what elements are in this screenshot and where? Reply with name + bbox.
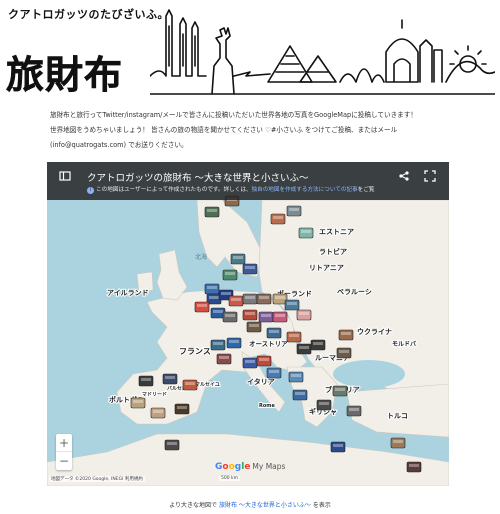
zoom-in-button[interactable]: +: [56, 434, 72, 452]
fullscreen-icon[interactable]: [424, 170, 436, 182]
wallet-pin-highlight: [229, 340, 239, 343]
wallet-pin-highlight: [259, 296, 269, 299]
wallet-pin-highlight: [335, 388, 345, 391]
map-scale: 500 km: [219, 476, 241, 481]
wallet-pin-highlight: [245, 360, 255, 363]
wallet-pin-highlight: [319, 402, 329, 405]
wallet-pin-highlight: [259, 358, 269, 361]
wallet-pin-highlight: [153, 410, 163, 413]
site-title: 旅財布: [6, 53, 124, 98]
wallet-pin-highlight: [291, 374, 301, 377]
wallet-pin-highlight: [299, 312, 309, 315]
wallet-pin-highlight: [339, 350, 349, 353]
wallet-pin-highlight: [393, 440, 403, 443]
wallet-pin-highlight: [313, 342, 323, 345]
wallet-pin-highlight: [231, 298, 241, 301]
wallet-pin-highlight: [167, 442, 177, 445]
wallet-pin-highlight: [245, 312, 255, 315]
label-austria: オーストリア: [249, 340, 288, 348]
intro-text: 旅財布と旅行ってTwitter/instagram/メールで皆さんに投稿いただい…: [50, 108, 460, 153]
label-latvia: ラトビア: [319, 247, 347, 256]
notice-suffix: をご覧: [357, 187, 375, 193]
wallet-pin-highlight: [219, 356, 229, 359]
wallet-pin-highlight: [221, 292, 231, 295]
label-marseille: マルセイユ: [195, 382, 220, 388]
label-lithuania: リトアニア: [309, 264, 344, 272]
wallet-pin-highlight: [275, 296, 285, 299]
map-notice: i この地図はユーザーによって作成されたものです。詳しくは、独自の地図を作成する方…: [87, 185, 374, 194]
label-france: フランス: [179, 347, 211, 356]
zoom-out-button[interactable]: −: [56, 452, 72, 470]
site-tagline: クアトロガッツのたびざいふ。: [8, 8, 169, 21]
wallet-pin-highlight: [245, 266, 255, 269]
zoom-control: + −: [56, 434, 72, 470]
wallet-pin-highlight: [165, 376, 175, 379]
notice-text: この地図はユーザーによって作成されたものです。詳しくは、: [96, 187, 252, 193]
wallet-pin-highlight: [299, 346, 309, 349]
wallet-pin-highlight: [275, 314, 285, 317]
wallet-pin-highlight: [133, 400, 143, 403]
wallet-pin-highlight: [269, 370, 279, 373]
intro-line: 旅財布と旅行ってTwitter/instagram/メールで皆さんに投稿いただい…: [50, 111, 417, 119]
wallet-pin-highlight: [213, 310, 223, 313]
label-madrid: マドリード: [142, 392, 167, 398]
site-header: クアトロガッツのたびざいふ。 旅財布: [0, 0, 500, 100]
label-north-sea: 北海: [195, 253, 207, 261]
wallet-pin-highlight: [301, 230, 311, 233]
label-turkey: トルコ: [387, 412, 408, 420]
label-belarus: ベラルーシ: [337, 288, 372, 296]
wallet-pin-highlight: [209, 296, 219, 299]
wallet-pin-highlight: [233, 256, 243, 259]
google-my-maps-logo: Google My Maps: [215, 462, 286, 472]
wallet-pin-highlight: [249, 324, 259, 327]
label-moldova: モルドバ: [392, 340, 416, 348]
wallet-pin-highlight: [289, 208, 299, 211]
landmarks-skyline-illustration: [150, 9, 495, 95]
notice-link[interactable]: 独自の地図を作成する方法についての記事: [252, 187, 358, 193]
view-larger-map-line: より大きな地図で 旅財布 〜大きな世界と小さいふ〜 を表示: [0, 500, 500, 509]
black-sea: [333, 360, 405, 388]
share-icon[interactable]: [398, 170, 410, 182]
label-ukraine: ウクライナ: [357, 327, 392, 336]
map-header-bar: クアトロガッツの旅財布 〜大きな世界と小さいふ〜 i この地図はユーザーによって作…: [47, 162, 449, 200]
wallet-pin-highlight: [349, 408, 359, 411]
wallet-pin-highlight: [213, 342, 223, 345]
wallet-pin-highlight: [245, 296, 255, 299]
wallet-pin-highlight: [207, 209, 217, 212]
wallet-pin-highlight: [261, 314, 271, 317]
wallet-pin-highlight: [185, 382, 195, 385]
embedded-map[interactable]: エストニア ラトビア リトアニア 北海 ベラルーシ アイルランド ポーランド ウ…: [47, 162, 449, 486]
map-title[interactable]: クアトロガッツの旅財布 〜大きな世界と小さいふ〜: [87, 170, 309, 184]
intro-line: (info@quatrogats.com) でお送りください。: [50, 141, 188, 149]
label-rome: Rome: [259, 403, 275, 409]
wallet-pin-highlight: [295, 392, 305, 395]
intro-line: 世界地図をうめちゃいましょう！ 皆さんの旅の物語を聞かせてください ♡#小さいふ…: [50, 126, 398, 134]
wallet-pin-highlight: [197, 304, 207, 307]
wallet-pin-highlight: [341, 332, 351, 335]
wallet-pin-highlight: [287, 302, 297, 305]
wallet-pin-highlight: [225, 272, 235, 275]
wallet-pin-highlight: [207, 286, 217, 289]
larger-map-link[interactable]: 旅財布 〜大きな世界と小さいふ〜: [219, 502, 311, 509]
map-attribution[interactable]: 地図データ ©2020 Google, INEGI 利用規約: [49, 476, 145, 482]
wallet-pin-highlight: [141, 378, 151, 381]
wallet-pin-highlight: [269, 330, 279, 333]
label-estonia: エストニア: [319, 228, 354, 236]
wallet-pin-highlight: [333, 444, 343, 447]
footer-suffix: を表示: [312, 502, 331, 509]
wallet-pin-highlight: [177, 406, 187, 409]
label-italy: イタリア: [247, 377, 275, 386]
wallet-pin-highlight: [409, 464, 419, 467]
legend-toggle-icon[interactable]: [59, 170, 71, 182]
label-ireland: アイルランド: [107, 289, 149, 297]
footer-prefix: より大きな地図で: [169, 502, 218, 509]
wallet-pin-highlight: [289, 334, 299, 337]
map-canvas[interactable]: エストニア ラトビア リトアニア 北海 ベラルーシ アイルランド ポーランド ウ…: [47, 162, 449, 486]
wallet-pin-highlight: [273, 216, 283, 219]
info-icon: i: [87, 187, 94, 194]
wallet-pin-highlight: [225, 314, 235, 317]
